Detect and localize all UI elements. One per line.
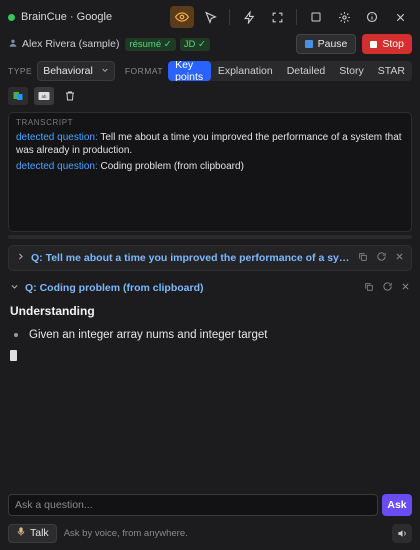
keyboard-icon[interactable]: ab — [34, 87, 54, 105]
format-detailed[interactable]: Detailed — [280, 61, 333, 81]
profile-row: Alex Rivera (sample) résumé ✓ JD ✓ Pause… — [0, 33, 420, 55]
type-select[interactable]: Behavioral — [37, 61, 115, 81]
question-actions — [364, 281, 410, 295]
talk-row: Talk Ask by voice, from anywhere. — [8, 523, 412, 543]
stop-icon — [370, 40, 378, 48]
ask-button[interactable]: Ask — [382, 494, 412, 516]
question-title: Q: Tell me about a time you improved the… — [31, 252, 350, 264]
answer-section-title: Understanding — [10, 304, 95, 318]
format-row: TYPE Behavioral FORMAT Key points Explan… — [0, 60, 420, 82]
transcript-entry: detected question: Tell me about a time … — [16, 131, 404, 157]
ask-input[interactable] — [8, 494, 378, 516]
transcript-label: TRANSCRIPT — [16, 118, 74, 127]
chevron-down-icon[interactable] — [10, 282, 19, 294]
app-title: BrainCue · Google — [21, 11, 113, 23]
eye-icon[interactable] — [170, 6, 194, 28]
transcript-tag: detected question: — [16, 161, 98, 172]
screenshot-icon[interactable] — [8, 87, 28, 105]
talk-hint: Ask by voice, from anywhere. — [63, 527, 188, 539]
format-explanation[interactable]: Explanation — [211, 61, 280, 81]
trash-icon[interactable] — [60, 87, 80, 105]
question-card-collapsed[interactable]: Q: Tell me about a time you improved the… — [8, 245, 412, 271]
question-title: Q: Coding problem (from clipboard) — [25, 282, 204, 294]
refresh-icon[interactable] — [376, 251, 387, 265]
title-bar: BrainCue · Google — [0, 0, 420, 34]
transcript-panel[interactable]: TRANSCRIPT detected question: Tell me ab… — [8, 112, 412, 232]
transcript-tag: detected question: — [16, 132, 98, 143]
user-name: Alex Rivera (sample) — [22, 38, 120, 50]
stop-label: Stop — [382, 38, 404, 50]
speaker-icon[interactable] — [392, 523, 412, 543]
session-actions: Pause Stop — [295, 34, 412, 54]
answer-bullet: Given an integer array nums and integer … — [10, 329, 267, 341]
transcript-entry: detected question: Coding problem (from … — [16, 160, 404, 173]
type-label: TYPE — [8, 66, 33, 76]
copy-icon[interactable] — [364, 282, 374, 295]
ask-row: Ask — [8, 494, 412, 516]
pause-label: Pause — [317, 38, 348, 50]
cursor-icon[interactable] — [198, 6, 222, 28]
streaming-cursor — [10, 350, 17, 361]
microphone-icon — [16, 526, 26, 540]
talk-label: Talk — [30, 527, 49, 539]
transcript-text: Coding problem (from clipboard) — [97, 161, 244, 172]
toolbar-divider — [296, 9, 297, 25]
svg-text:ab: ab — [41, 94, 47, 99]
title-toolbar — [170, 6, 412, 28]
jd-chip: JD ✓ — [179, 37, 210, 51]
format-key-points[interactable]: Key points — [168, 61, 211, 81]
close-icon[interactable] — [388, 6, 412, 28]
gear-icon[interactable] — [332, 6, 356, 28]
pause-button[interactable]: Pause — [295, 34, 357, 54]
stop-button[interactable]: Stop — [362, 34, 412, 54]
refresh-icon[interactable] — [382, 281, 393, 295]
transcript-scrollbar[interactable] — [8, 235, 412, 239]
chevron-down-icon — [101, 65, 109, 77]
format-segmented-control: Key points Explanation Detailed Story ST… — [168, 61, 412, 81]
tool-row: ab — [8, 86, 80, 106]
format-label: FORMAT — [124, 66, 164, 76]
window-icon[interactable] — [304, 6, 328, 28]
user-icon — [8, 38, 18, 51]
chevron-right-icon[interactable] — [16, 252, 25, 264]
format-story[interactable]: Story — [332, 61, 371, 81]
toolbar-divider — [229, 9, 230, 25]
question-actions — [358, 251, 404, 265]
close-icon[interactable] — [401, 282, 410, 294]
bullet-dot — [14, 333, 18, 337]
lightning-icon[interactable] — [237, 6, 261, 28]
format-star[interactable]: STAR — [371, 61, 412, 81]
resume-chip: résumé ✓ — [125, 37, 176, 51]
answer-bullet-text: Given an integer array nums and integer … — [29, 329, 268, 341]
fullscreen-icon[interactable] — [265, 6, 289, 28]
type-value: Behavioral — [43, 65, 93, 77]
question-card-expanded[interactable]: Q: Coding problem (from clipboard) — [8, 278, 412, 298]
status-dot — [8, 13, 15, 21]
info-icon[interactable] — [360, 6, 384, 28]
talk-button[interactable]: Talk — [8, 523, 57, 543]
close-icon[interactable] — [395, 252, 404, 264]
copy-icon[interactable] — [358, 252, 368, 265]
pause-icon — [304, 40, 313, 48]
